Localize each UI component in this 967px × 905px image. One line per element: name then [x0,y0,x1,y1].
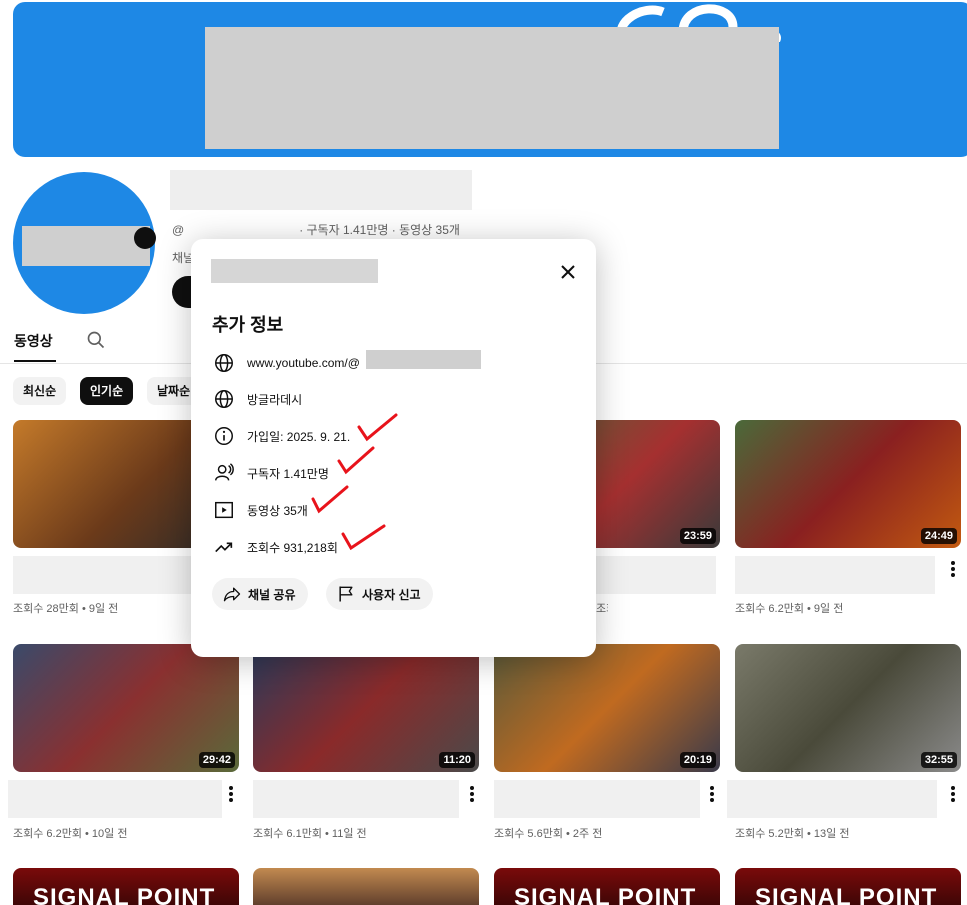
channel-name-redacted [170,170,472,210]
video-duration: 23:59 [679,528,716,544]
video-duration: 32:55 [920,752,957,768]
video-thumbnail[interactable]: SIGNAL POINT [13,868,239,905]
video-title-redacted[interactable] [253,780,459,818]
video-meta: 조회수 5.2만회 • 13일 전 [735,828,850,840]
video-thumbnail[interactable]: 11:20 [253,644,479,772]
video-title-redacted[interactable] [8,780,222,818]
globe-icon [215,354,233,372]
channel-handle-line: @ · 구독자 1.41만명 · 동영상 35개 [172,221,460,238]
video-icon [215,501,233,519]
video-duration: 20:19 [679,752,716,768]
channel-page: @ · 구독자 1.41만명 · 동영상 35개 채널 동영상 최신순 인기순 날… [0,0,967,905]
share-icon [223,587,241,602]
avatar-badge [134,227,156,249]
video-thumbnail[interactable]: 24:49 [735,420,961,548]
video-meta: 조회수 6.2만회 • 10일 전 [13,828,128,840]
dialog-title-redacted [211,259,378,283]
chip-latest[interactable]: 최신순 [13,377,67,405]
video-thumbnail[interactable]: SIGNAL POINT [494,868,720,905]
tab-active-underline [14,360,56,362]
info-row-link[interactable]: www.youtube.com/@ [213,351,360,375]
video-meta: 조회수 6.1만회 • 11일 전 [253,828,367,840]
more-options-icon[interactable] [226,785,236,803]
more-options-icon[interactable] [948,785,958,803]
report-user-label: 사용자 신고 [362,587,421,602]
view-count: 조회수 931,218회 [247,540,338,555]
flag-icon [339,586,353,602]
info-row-videos: 동영상 35개 [213,498,308,522]
share-channel-label: 채널 공유 [248,587,296,602]
channel-banner [13,2,967,157]
tab-videos[interactable]: 동영상 [14,331,53,351]
channel-handle-prefix: @ [172,223,185,237]
video-duration: 24:49 [920,528,957,544]
video-thumbnail[interactable]: SIGNAL POINT [735,868,961,905]
banner-redacted-area [205,27,779,149]
info-row-views: 조회수 931,218회 [213,535,338,559]
more-options-icon[interactable] [707,785,717,803]
more-options-icon[interactable] [467,785,477,803]
video-meta: 조회수 5.6만회 • 2주 전 [494,828,603,840]
video-title-redacted[interactable] [735,556,935,594]
subscriber-count: 구독자 1.41만명 [247,466,329,481]
chip-popular[interactable]: 인기순 [80,377,134,405]
report-user-button[interactable]: 사용자 신고 [326,578,433,610]
video-thumbnail[interactable]: 29:42 [13,644,239,772]
about-dialog: 추가 정보 www.youtube.com/@ 방글라데시 가입일: 2025.… [191,239,596,657]
video-meta: 조회수 28만회 • 9일 전 [13,603,119,615]
thumbnail-text: SIGNAL POINT [514,884,697,905]
channel-country: 방글라데시 [247,392,303,407]
info-icon [215,427,233,445]
video-duration: 11:20 [439,752,475,768]
video-thumbnail[interactable]: 32:55 [735,644,961,772]
join-date: 가입일: 2025. 9. 21. [247,429,351,444]
video-thumbnail[interactable]: 20:19 [494,644,720,772]
dialog-heading: 추가 정보 [212,315,284,335]
video-duration: 29:42 [198,752,235,768]
video-title-redacted[interactable] [13,556,203,594]
info-row-subscribers: 구독자 1.41만명 [213,461,329,485]
video-title-redacted[interactable] [494,780,700,818]
share-channel-button[interactable]: 채널 공유 [212,578,308,610]
url-redacted [366,350,481,369]
thumbnail-text: SIGNAL POINT [33,884,216,905]
channel-stats: · 구독자 1.41만명 · 동영상 35개 [299,223,460,237]
search-icon[interactable] [86,330,106,350]
video-title-redacted[interactable] [727,780,937,818]
more-options-icon[interactable] [948,560,958,578]
trending-icon [215,542,233,553]
video-title-redacted[interactable] [596,556,716,594]
info-row-joined: 가입일: 2025. 9. 21. [213,424,350,448]
video-thumbnail[interactable] [253,868,479,905]
globe-icon [215,390,233,408]
video-meta: 조회수 [596,603,608,615]
close-icon[interactable] [559,263,577,281]
avatar-redacted-area [22,226,150,266]
video-meta: 조회수 6.2만회 • 9일 전 [735,603,844,615]
person-icon [215,463,234,481]
video-count: 동영상 35개 [247,503,308,518]
info-row-country: 방글라데시 [213,387,302,411]
channel-url[interactable]: www.youtube.com/@ [247,356,360,370]
thumbnail-text: SIGNAL POINT [755,884,938,905]
